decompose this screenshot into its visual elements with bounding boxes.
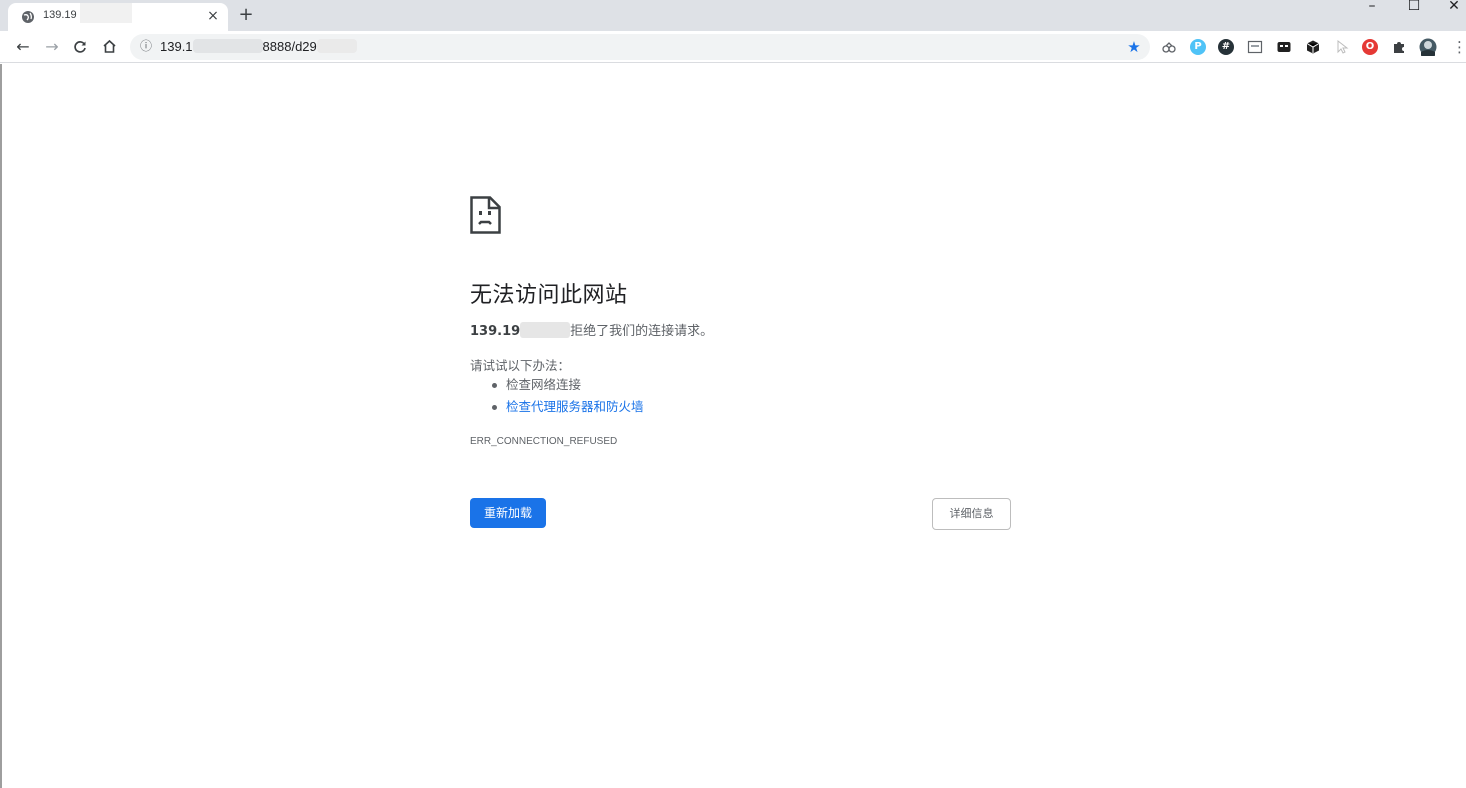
close-icon: ✕ [1448, 0, 1460, 14]
close-window-button[interactable]: ✕ [1434, 0, 1466, 31]
window-left-edge [0, 64, 2, 788]
cloud-extension-icon[interactable] [1161, 39, 1177, 55]
url-redaction [192, 39, 263, 53]
hash-extension-icon[interactable]: # [1218, 39, 1234, 55]
suggestion-check-proxy-link[interactable]: 检查代理服务器和防火墙 [506, 399, 644, 414]
bullet-icon [492, 405, 497, 410]
details-button[interactable]: 详细信息 [932, 498, 1011, 530]
url-text[interactable]: 139.1 8888/d29 [160, 39, 357, 54]
maximize-icon: ☐ [1407, 0, 1421, 14]
home-icon [102, 39, 116, 53]
browser-menu-icon[interactable]: ⋮ [1452, 36, 1466, 58]
profile-avatar-icon[interactable] [1419, 38, 1437, 56]
url-prefix: 139.1 [160, 39, 193, 54]
tab-active[interactable]: 139.19 × [8, 3, 228, 31]
list-item: 检查代理服务器和防火墙 [490, 398, 644, 420]
address-bar[interactable]: ⓘ 139.1 8888/d29 ★ [130, 34, 1150, 60]
suggestions-list: 检查网络连接 检查代理服务器和防火墙 [490, 376, 644, 420]
mask-extension-icon[interactable] [1276, 39, 1292, 55]
minimize-button[interactable]: – [1352, 0, 1392, 31]
url-suffix: 8888/d29 [262, 39, 317, 54]
reader-extension-icon[interactable] [1247, 39, 1263, 55]
reload-button[interactable] [69, 36, 91, 58]
suggestion-check-network: 检查网络连接 [506, 377, 582, 392]
reload-icon [74, 41, 86, 53]
error-description: 139.19 拒绝了我们的连接请求。 [470, 320, 713, 339]
bookmark-star-icon[interactable]: ★ [1124, 37, 1144, 57]
page-content: 无法访问此网站 139.19 拒绝了我们的连接请求。 请试试以下办法： 检查网络连… [0, 64, 1466, 788]
suggestions-title: 请试试以下办法： [470, 358, 571, 373]
minimize-icon: – [1368, 0, 1376, 14]
bullet-icon [492, 383, 497, 388]
error-title: 无法访问此网站 [470, 283, 628, 308]
tab-close-icon[interactable]: × [205, 8, 221, 24]
tab-title-redaction [80, 3, 132, 23]
home-button[interactable] [98, 36, 120, 58]
opera-extension-icon[interactable]: O [1362, 39, 1378, 55]
back-button[interactable]: ← [12, 36, 34, 58]
forward-button[interactable]: → [41, 36, 63, 58]
maximize-button[interactable]: ☐ [1394, 0, 1434, 31]
tab-title: 139.19 [43, 9, 77, 21]
site-info-icon[interactable]: ⓘ [138, 38, 154, 54]
list-item: 检查网络连接 [490, 376, 644, 398]
toolbar: ← → ⓘ 139.1 8888/d29 ★ P # O ⋮ [0, 31, 1466, 63]
cube-extension-icon[interactable] [1305, 39, 1321, 55]
error-refused-text: 拒绝了我们的连接请求。 [570, 324, 714, 339]
puzzle-extension-icon[interactable] [1391, 39, 1407, 55]
url-redaction-2 [316, 39, 357, 53]
sad-page-icon [470, 196, 501, 234]
error-host: 139.19 [470, 324, 521, 339]
p-extension-icon[interactable]: P [1190, 39, 1206, 55]
host-redaction [520, 322, 571, 338]
tab-strip: 139.19 × + – ☐ ✕ [0, 0, 1466, 31]
error-code: ERR_CONNECTION_REFUSED [470, 436, 618, 447]
globe-icon [22, 11, 34, 23]
new-tab-button[interactable]: + [236, 5, 256, 25]
cursor-extension-icon[interactable] [1334, 39, 1350, 55]
reload-page-button[interactable]: 重新加载 [470, 498, 546, 528]
